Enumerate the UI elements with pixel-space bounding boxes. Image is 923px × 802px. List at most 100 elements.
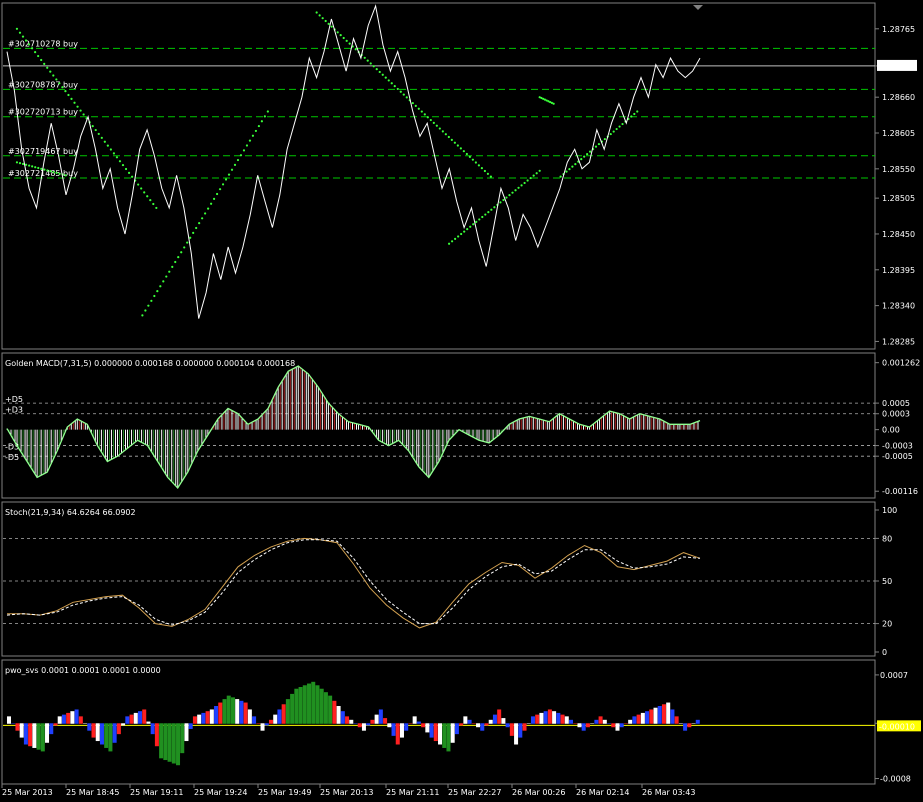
pwo-bar <box>526 723 531 724</box>
pwo-bar <box>425 723 430 733</box>
pwo-bar <box>91 723 96 738</box>
psar-dot <box>159 285 162 288</box>
psar-dot <box>171 265 174 268</box>
pwo-bar <box>7 716 11 724</box>
psar-dot <box>67 93 70 97</box>
pwo-panel[interactable]: 0.00070.00-0.0008-0.00010 <box>3 671 921 784</box>
pwo-bar <box>218 702 223 724</box>
trading-chart[interactable]: #302710278 buy #302708787 buy #302720713 b… <box>0 0 923 802</box>
pwo-bar <box>552 711 557 724</box>
pwo-bar <box>370 719 375 724</box>
psar-dot <box>28 164 31 167</box>
psar-dot <box>568 168 571 171</box>
psar-dot <box>248 139 252 142</box>
psar-dot <box>435 124 438 127</box>
pwo-bar <box>547 709 552 724</box>
psar-dot <box>162 280 165 283</box>
pwo-bar <box>146 721 151 724</box>
pwo-bar <box>573 723 578 724</box>
macd-signal-line <box>6 365 701 490</box>
pwo-bar <box>632 716 637 724</box>
x-tick-label: 25 Mar 18:45 <box>66 788 119 797</box>
psar-dot <box>24 163 28 166</box>
psar-dot <box>393 84 396 88</box>
psar-dot <box>384 76 387 79</box>
psar-dot <box>354 48 357 51</box>
pwo-bar <box>32 723 37 748</box>
psar-dot <box>603 137 606 141</box>
psar-dot <box>366 59 369 62</box>
pwo-bar <box>619 723 624 728</box>
y-tick-label: 50 <box>882 577 892 586</box>
psar-dot <box>432 121 435 124</box>
pwo-bar <box>349 719 354 724</box>
psar-dot <box>189 236 192 239</box>
y-tick-label: 0.0005 <box>882 399 910 408</box>
psar-dot <box>586 153 589 156</box>
y-tick-label: -0.00116 <box>882 487 918 496</box>
macd-panel[interactable]: +D5+D3-D3-D50.0012620.00050.00030.00-0.0… <box>3 359 920 497</box>
price-line <box>6 4 701 319</box>
psar-dot <box>82 113 85 116</box>
psar-dot <box>49 170 52 173</box>
psar-dot <box>399 90 402 93</box>
pwo-bar <box>19 723 24 738</box>
y-tick-label: 1.28395 <box>882 266 915 275</box>
psar-dot <box>475 220 478 223</box>
psar-dot <box>40 167 43 170</box>
pwo-bar <box>167 723 172 762</box>
psar-dot <box>468 155 471 158</box>
pwo-bar <box>188 723 193 729</box>
pwo-bar <box>404 723 409 731</box>
pwo-bar <box>340 711 345 724</box>
pwo-bar <box>302 685 307 724</box>
psar-dot <box>100 136 103 139</box>
psar-dot <box>227 173 231 176</box>
psar-dot <box>46 66 49 69</box>
pwo-bar <box>298 687 303 724</box>
pwo-bar <box>484 723 489 726</box>
psar-dot <box>18 31 22 34</box>
pwo-bar <box>450 723 455 743</box>
pwo-bar <box>142 709 147 724</box>
pwo-bar <box>252 716 257 724</box>
pwo-bar <box>383 718 388 724</box>
pwo-bar <box>687 723 692 728</box>
psar-dot <box>612 130 615 133</box>
chart-shift-marker[interactable] <box>693 5 703 10</box>
pwo-bar <box>345 716 350 724</box>
pwo-bar <box>260 723 265 731</box>
macd-level-label: +D3 <box>5 406 23 415</box>
price-panel[interactable]: #302710278 buy #302708787 buy #302720713 b… <box>3 4 917 346</box>
x-tick-label: 25 Mar 19:49 <box>258 788 311 797</box>
pwo-bar <box>247 709 252 724</box>
pwo-bar <box>235 699 240 724</box>
psar-dot <box>254 129 258 133</box>
pwo-bar <box>36 723 41 750</box>
stoch-panel[interactable]: 100 80 50 20 0 <box>3 506 897 657</box>
pwo-bar <box>214 706 219 724</box>
pwo-bar <box>121 723 126 726</box>
pwo-bar <box>192 716 197 724</box>
psar-dot <box>146 195 149 198</box>
y-tick-label: 1.28450 <box>882 230 915 239</box>
pwo-bar <box>277 709 282 724</box>
psar-dot <box>61 86 64 89</box>
psar-dot <box>118 160 122 163</box>
y-tick-label: 0.0007 <box>880 671 908 680</box>
psar-dot <box>137 183 140 186</box>
psar-dot <box>426 116 429 119</box>
psar-dot <box>618 125 621 128</box>
psar-dot <box>465 152 468 156</box>
psar-dot <box>486 172 489 175</box>
pwo-bar <box>23 723 28 745</box>
psar-dot <box>76 105 79 108</box>
y-tick-label: -0.0003 <box>882 442 913 451</box>
psar-dot <box>502 198 505 202</box>
pwo-bar <box>374 714 379 724</box>
pwo-bar <box>433 723 438 742</box>
psar-dot <box>236 158 240 162</box>
psar-dot <box>149 199 152 202</box>
psar-dot <box>21 162 25 166</box>
psar-dot <box>490 208 493 211</box>
